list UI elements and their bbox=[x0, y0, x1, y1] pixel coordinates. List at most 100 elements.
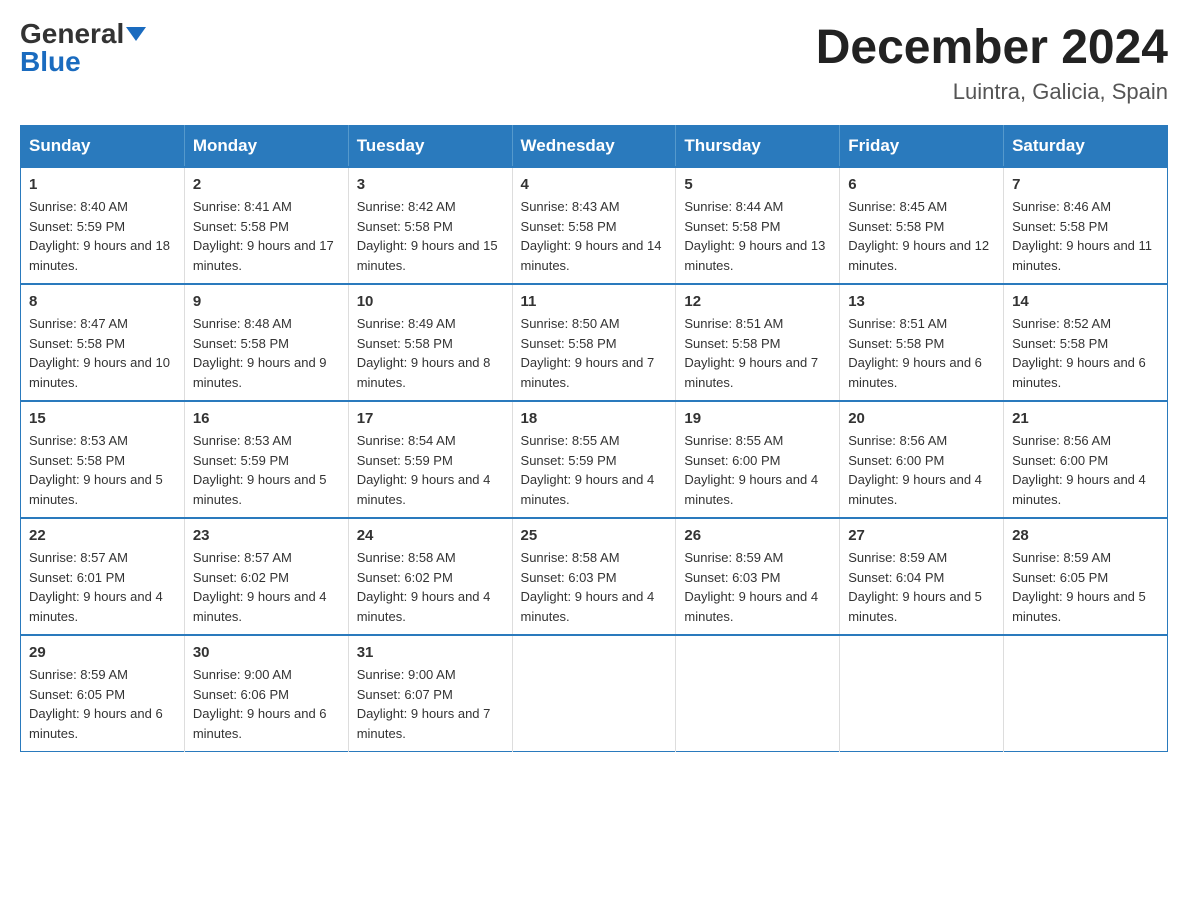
day-number: 22 bbox=[29, 527, 176, 544]
daylight-label: Daylight: 9 hours and 4 minutes. bbox=[1012, 472, 1146, 507]
sunrise-label: Sunrise: 8:53 AM bbox=[193, 433, 292, 448]
calendar-day-cell: 3 Sunrise: 8:42 AM Sunset: 5:58 PM Dayli… bbox=[348, 167, 512, 284]
calendar-day-cell: 10 Sunrise: 8:49 AM Sunset: 5:58 PM Dayl… bbox=[348, 284, 512, 401]
daylight-label: Daylight: 9 hours and 14 minutes. bbox=[521, 238, 662, 273]
day-info: Sunrise: 8:53 AM Sunset: 5:58 PM Dayligh… bbox=[29, 431, 176, 509]
sunset-label: Sunset: 5:58 PM bbox=[193, 219, 289, 234]
calendar-day-cell bbox=[512, 635, 676, 752]
day-info: Sunrise: 8:47 AM Sunset: 5:58 PM Dayligh… bbox=[29, 314, 176, 392]
sunset-label: Sunset: 5:58 PM bbox=[1012, 219, 1108, 234]
sunset-label: Sunset: 6:00 PM bbox=[1012, 453, 1108, 468]
sunrise-label: Sunrise: 8:57 AM bbox=[193, 550, 292, 565]
daylight-label: Daylight: 9 hours and 5 minutes. bbox=[848, 589, 982, 624]
sunrise-label: Sunrise: 8:58 AM bbox=[357, 550, 456, 565]
day-info: Sunrise: 8:53 AM Sunset: 5:59 PM Dayligh… bbox=[193, 431, 340, 509]
day-info: Sunrise: 8:42 AM Sunset: 5:58 PM Dayligh… bbox=[357, 197, 504, 275]
sunset-label: Sunset: 5:59 PM bbox=[357, 453, 453, 468]
sunrise-label: Sunrise: 8:44 AM bbox=[684, 199, 783, 214]
day-number: 24 bbox=[357, 527, 504, 544]
sunrise-label: Sunrise: 8:59 AM bbox=[848, 550, 947, 565]
sunrise-label: Sunrise: 8:57 AM bbox=[29, 550, 128, 565]
sunset-label: Sunset: 6:07 PM bbox=[357, 687, 453, 702]
daylight-label: Daylight: 9 hours and 4 minutes. bbox=[521, 472, 655, 507]
calendar-day-cell: 9 Sunrise: 8:48 AM Sunset: 5:58 PM Dayli… bbox=[184, 284, 348, 401]
calendar-day-cell: 7 Sunrise: 8:46 AM Sunset: 5:58 PM Dayli… bbox=[1004, 167, 1168, 284]
day-number: 5 bbox=[684, 176, 831, 193]
calendar-day-cell: 16 Sunrise: 8:53 AM Sunset: 5:59 PM Dayl… bbox=[184, 401, 348, 518]
day-number: 19 bbox=[684, 410, 831, 427]
location-title: Luintra, Galicia, Spain bbox=[816, 79, 1168, 105]
day-info: Sunrise: 8:51 AM Sunset: 5:58 PM Dayligh… bbox=[848, 314, 995, 392]
day-number: 6 bbox=[848, 176, 995, 193]
sunset-label: Sunset: 5:58 PM bbox=[29, 336, 125, 351]
calendar-day-cell: 8 Sunrise: 8:47 AM Sunset: 5:58 PM Dayli… bbox=[21, 284, 185, 401]
day-number: 4 bbox=[521, 176, 668, 193]
day-info: Sunrise: 8:52 AM Sunset: 5:58 PM Dayligh… bbox=[1012, 314, 1159, 392]
page-header: General Blue December 2024 Luintra, Gali… bbox=[20, 20, 1168, 105]
sunrise-label: Sunrise: 8:49 AM bbox=[357, 316, 456, 331]
calendar-day-cell: 31 Sunrise: 9:00 AM Sunset: 6:07 PM Dayl… bbox=[348, 635, 512, 752]
sunrise-label: Sunrise: 8:53 AM bbox=[29, 433, 128, 448]
sunset-label: Sunset: 5:58 PM bbox=[357, 219, 453, 234]
sunrise-label: Sunrise: 8:42 AM bbox=[357, 199, 456, 214]
month-title: December 2024 bbox=[816, 20, 1168, 75]
day-number: 16 bbox=[193, 410, 340, 427]
calendar-day-cell: 24 Sunrise: 8:58 AM Sunset: 6:02 PM Dayl… bbox=[348, 518, 512, 635]
day-number: 31 bbox=[357, 644, 504, 661]
day-number: 20 bbox=[848, 410, 995, 427]
sunset-label: Sunset: 6:05 PM bbox=[1012, 570, 1108, 585]
day-info: Sunrise: 8:58 AM Sunset: 6:02 PM Dayligh… bbox=[357, 548, 504, 626]
logo-general-text: General bbox=[20, 20, 124, 48]
calendar-day-header: Sunday bbox=[21, 126, 185, 168]
sunrise-label: Sunrise: 8:56 AM bbox=[848, 433, 947, 448]
day-info: Sunrise: 8:59 AM Sunset: 6:05 PM Dayligh… bbox=[1012, 548, 1159, 626]
daylight-label: Daylight: 9 hours and 7 minutes. bbox=[684, 355, 818, 390]
sunset-label: Sunset: 5:59 PM bbox=[29, 219, 125, 234]
calendar-day-cell: 13 Sunrise: 8:51 AM Sunset: 5:58 PM Dayl… bbox=[840, 284, 1004, 401]
sunset-label: Sunset: 5:58 PM bbox=[193, 336, 289, 351]
daylight-label: Daylight: 9 hours and 4 minutes. bbox=[521, 589, 655, 624]
sunrise-label: Sunrise: 8:59 AM bbox=[1012, 550, 1111, 565]
daylight-label: Daylight: 9 hours and 6 minutes. bbox=[193, 706, 327, 741]
day-info: Sunrise: 8:56 AM Sunset: 6:00 PM Dayligh… bbox=[1012, 431, 1159, 509]
day-number: 14 bbox=[1012, 293, 1159, 310]
day-number: 2 bbox=[193, 176, 340, 193]
daylight-label: Daylight: 9 hours and 8 minutes. bbox=[357, 355, 491, 390]
sunrise-label: Sunrise: 8:47 AM bbox=[29, 316, 128, 331]
calendar-day-header: Tuesday bbox=[348, 126, 512, 168]
title-section: December 2024 Luintra, Galicia, Spain bbox=[816, 20, 1168, 105]
sunset-label: Sunset: 5:58 PM bbox=[521, 336, 617, 351]
day-info: Sunrise: 8:45 AM Sunset: 5:58 PM Dayligh… bbox=[848, 197, 995, 275]
sunrise-label: Sunrise: 9:00 AM bbox=[357, 667, 456, 682]
calendar-day-cell: 23 Sunrise: 8:57 AM Sunset: 6:02 PM Dayl… bbox=[184, 518, 348, 635]
sunrise-label: Sunrise: 8:48 AM bbox=[193, 316, 292, 331]
day-number: 7 bbox=[1012, 176, 1159, 193]
day-info: Sunrise: 8:57 AM Sunset: 6:02 PM Dayligh… bbox=[193, 548, 340, 626]
sunset-label: Sunset: 6:00 PM bbox=[848, 453, 944, 468]
day-info: Sunrise: 8:57 AM Sunset: 6:01 PM Dayligh… bbox=[29, 548, 176, 626]
calendar-day-cell: 18 Sunrise: 8:55 AM Sunset: 5:59 PM Dayl… bbox=[512, 401, 676, 518]
day-info: Sunrise: 9:00 AM Sunset: 6:07 PM Dayligh… bbox=[357, 665, 504, 743]
sunset-label: Sunset: 6:04 PM bbox=[848, 570, 944, 585]
sunrise-label: Sunrise: 8:43 AM bbox=[521, 199, 620, 214]
day-number: 25 bbox=[521, 527, 668, 544]
daylight-label: Daylight: 9 hours and 9 minutes. bbox=[193, 355, 327, 390]
day-number: 29 bbox=[29, 644, 176, 661]
sunset-label: Sunset: 5:58 PM bbox=[357, 336, 453, 351]
sunrise-label: Sunrise: 8:59 AM bbox=[29, 667, 128, 682]
daylight-label: Daylight: 9 hours and 4 minutes. bbox=[357, 589, 491, 624]
sunrise-label: Sunrise: 8:51 AM bbox=[848, 316, 947, 331]
calendar-day-cell: 19 Sunrise: 8:55 AM Sunset: 6:00 PM Dayl… bbox=[676, 401, 840, 518]
day-number: 3 bbox=[357, 176, 504, 193]
calendar-day-cell: 5 Sunrise: 8:44 AM Sunset: 5:58 PM Dayli… bbox=[676, 167, 840, 284]
daylight-label: Daylight: 9 hours and 13 minutes. bbox=[684, 238, 825, 273]
sunset-label: Sunset: 6:06 PM bbox=[193, 687, 289, 702]
calendar-day-header: Friday bbox=[840, 126, 1004, 168]
sunrise-label: Sunrise: 9:00 AM bbox=[193, 667, 292, 682]
sunset-label: Sunset: 6:05 PM bbox=[29, 687, 125, 702]
calendar-day-cell: 28 Sunrise: 8:59 AM Sunset: 6:05 PM Dayl… bbox=[1004, 518, 1168, 635]
calendar-day-header: Wednesday bbox=[512, 126, 676, 168]
day-info: Sunrise: 8:54 AM Sunset: 5:59 PM Dayligh… bbox=[357, 431, 504, 509]
calendar-day-cell: 17 Sunrise: 8:54 AM Sunset: 5:59 PM Dayl… bbox=[348, 401, 512, 518]
calendar-day-cell: 1 Sunrise: 8:40 AM Sunset: 5:59 PM Dayli… bbox=[21, 167, 185, 284]
